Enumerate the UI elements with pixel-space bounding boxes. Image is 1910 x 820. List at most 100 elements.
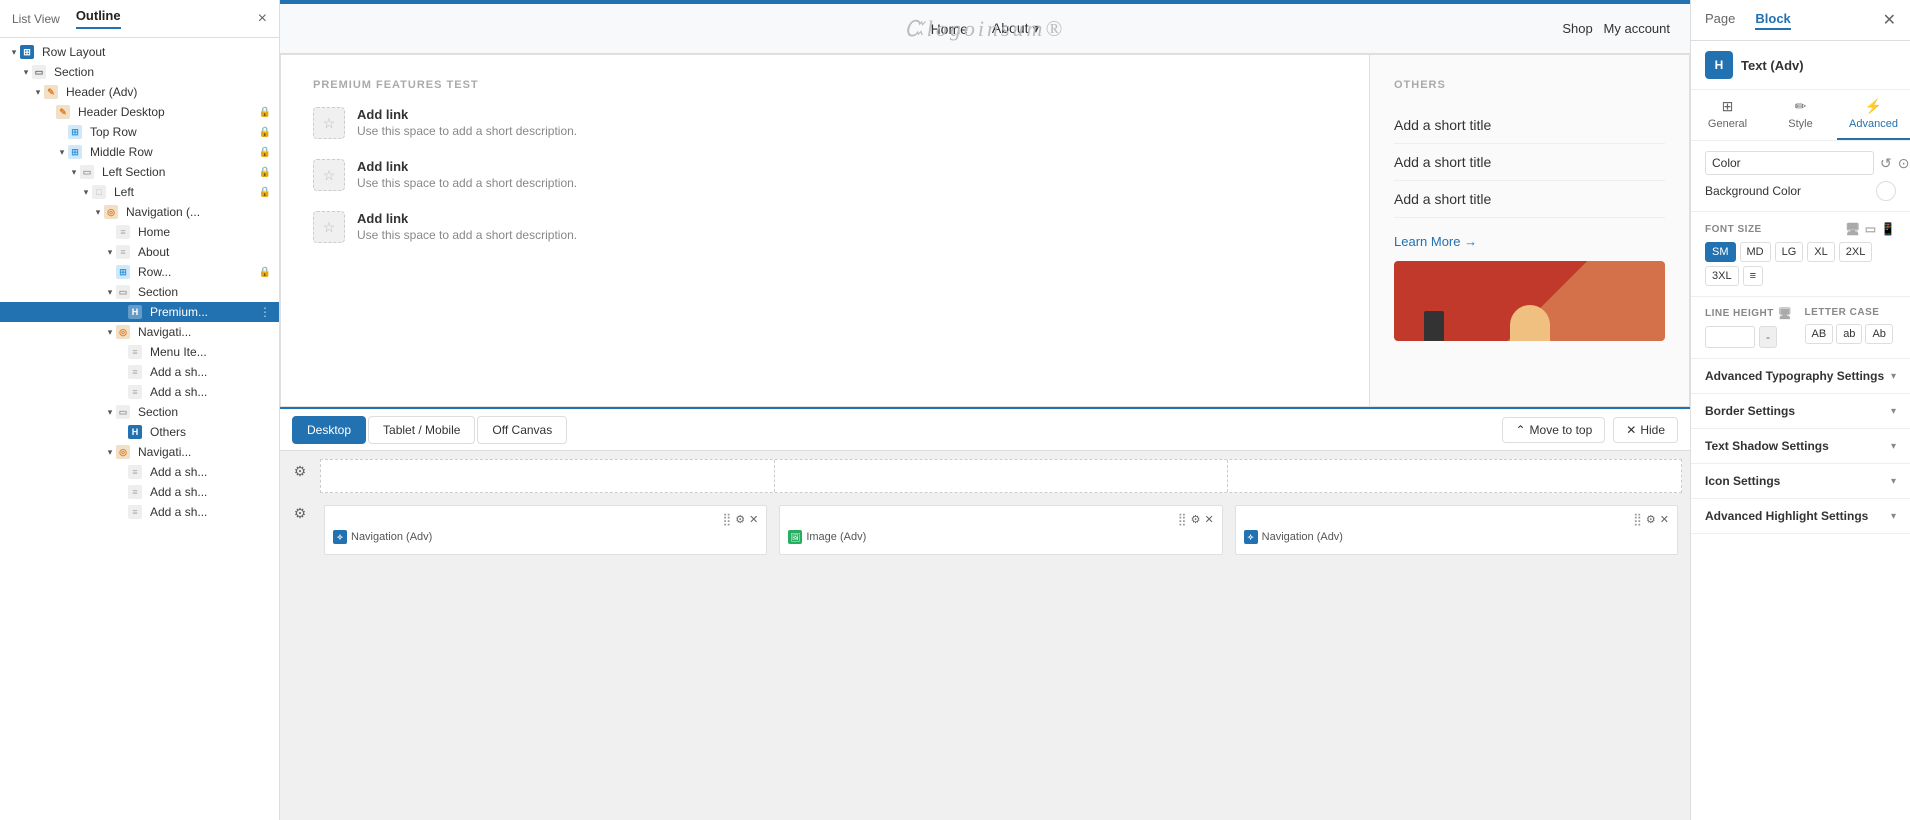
size-2xl[interactable]: 2XL <box>1839 242 1873 262</box>
widget-close-1[interactable]: ✕ <box>749 513 758 526</box>
tree-item-left[interactable]: ▾□Left🔒 <box>0 182 279 202</box>
tree-item-section-1[interactable]: ▾▭Section <box>0 62 279 82</box>
case-lowercase[interactable]: ab <box>1836 324 1862 344</box>
tree-item-section-3[interactable]: ▾▭Section <box>0 402 279 422</box>
accordion-icon-header[interactable]: Icon Settings ▾ <box>1691 464 1910 498</box>
tree-item-header-desktop[interactable]: ✎Header Desktop🔒 <box>0 102 279 122</box>
bg-color-swatch[interactable] <box>1876 181 1896 201</box>
tree-item-others[interactable]: HOthers <box>0 422 279 442</box>
tree-item-navigati-1[interactable]: ▾◎Navigati... <box>0 322 279 342</box>
toggle-header-adv[interactable]: ▾ <box>32 86 44 98</box>
size-xl[interactable]: XL <box>1807 242 1834 262</box>
size-md[interactable]: MD <box>1740 242 1771 262</box>
toggle-navigation-1[interactable]: ▾ <box>92 206 104 218</box>
color-picker-icon[interactable]: ⊙ <box>1898 155 1910 172</box>
widget-settings-3[interactable]: ⚙ <box>1646 513 1656 526</box>
style-tab-general[interactable]: ⊞ General <box>1691 90 1764 140</box>
drag-handle-3[interactable]: ⣿ <box>1633 512 1642 526</box>
tab-tablet-mobile[interactable]: Tablet / Mobile <box>368 416 475 444</box>
toggle-about-1[interactable]: ▾ <box>104 246 116 258</box>
tree-label-middle-row: Middle Row <box>90 145 255 159</box>
toggle-add-sh-3[interactable] <box>116 466 128 478</box>
toggle-header-desktop[interactable] <box>44 106 56 118</box>
accordion-border-header[interactable]: Border Settings ▾ <box>1691 394 1910 428</box>
color-input[interactable] <box>1705 151 1874 175</box>
toggle-add-sh-2[interactable] <box>116 386 128 398</box>
lh-dash-btn[interactable]: - <box>1759 326 1777 348</box>
mobile-icon[interactable]: 📱 <box>1881 222 1896 236</box>
toggle-others[interactable] <box>116 426 128 438</box>
right-panel-close[interactable]: ✕ <box>1883 10 1896 30</box>
tree-item-add-sh-5[interactable]: ≡Add a sh... <box>0 502 279 522</box>
widget-settings-2[interactable]: ⚙ <box>1191 513 1201 526</box>
size-sm[interactable]: SM <box>1705 242 1736 262</box>
tablet-icon[interactable]: ▭ <box>1865 222 1877 236</box>
size-custom[interactable]: ≡ <box>1743 266 1763 286</box>
tree-item-premium[interactable]: HPremium...⋮ <box>0 302 279 322</box>
toggle-add-sh-4[interactable] <box>116 486 128 498</box>
style-tab-advanced[interactable]: ⚡ Advanced <box>1837 90 1910 140</box>
toggle-navigati-2[interactable]: ▾ <box>104 446 116 458</box>
toggle-menu-item[interactable] <box>116 346 128 358</box>
toggle-add-sh-5[interactable] <box>116 506 128 518</box>
toggle-navigati-1[interactable]: ▾ <box>104 326 116 338</box>
list-view-label: List View <box>12 12 60 26</box>
toggle-premium[interactable] <box>116 306 128 318</box>
refresh-icon[interactable]: ↺ <box>1880 155 1892 172</box>
tree-item-add-sh-4[interactable]: ≡Add a sh... <box>0 482 279 502</box>
tree-item-add-sh-3[interactable]: ≡Add a sh... <box>0 462 279 482</box>
canvas-row-settings-2[interactable]: ⚙ <box>288 501 312 525</box>
toggle-left-section[interactable]: ▾ <box>68 166 80 178</box>
tree-item-middle-row[interactable]: ▾⊞Middle Row🔒 <box>0 142 279 162</box>
tab-off-canvas[interactable]: Off Canvas <box>477 416 567 444</box>
tree-item-add-sh-2[interactable]: ≡Add a sh... <box>0 382 279 402</box>
tree-item-header-adv[interactable]: ▾✎Header (Adv) <box>0 82 279 102</box>
toggle-row-1[interactable] <box>104 266 116 278</box>
tree-icon-header-adv: ✎ <box>44 85 62 99</box>
tree-item-top-row[interactable]: ⊞Top Row🔒 <box>0 122 279 142</box>
learn-more-link[interactable]: Learn More → <box>1394 234 1477 249</box>
toggle-section-1[interactable]: ▾ <box>20 66 32 78</box>
tree-item-home[interactable]: ≡Home <box>0 222 279 242</box>
tab-desktop[interactable]: Desktop <box>292 416 366 444</box>
panel-close-button[interactable]: × <box>258 10 267 28</box>
tree-item-about-1[interactable]: ▾≡About <box>0 242 279 262</box>
accordion-typography-header[interactable]: Advanced Typography Settings ▾ <box>1691 359 1910 393</box>
tree-item-row-1[interactable]: ⊞Row...🔒 <box>0 262 279 282</box>
tree-item-menu-item[interactable]: ≡Menu Ite... <box>0 342 279 362</box>
size-3xl[interactable]: 3XL <box>1705 266 1739 286</box>
toggle-section-3[interactable]: ▾ <box>104 406 116 418</box>
tree-item-section-2[interactable]: ▾▭Section <box>0 282 279 302</box>
hide-button[interactable]: ✕ Hide <box>1613 417 1678 443</box>
case-uppercase[interactable]: AB <box>1805 324 1834 344</box>
accordion-highlight-header[interactable]: Advanced Highlight Settings ▾ <box>1691 499 1910 533</box>
size-lg[interactable]: LG <box>1775 242 1804 262</box>
drag-handle-2[interactable]: ⣿ <box>1178 512 1187 526</box>
widget-settings-1[interactable]: ⚙ <box>735 513 745 526</box>
move-to-top-button[interactable]: ⌃ Move to top <box>1502 417 1605 443</box>
canvas-row-settings-1[interactable]: ⚙ <box>288 459 312 483</box>
tree-item-navigation-1[interactable]: ▾◎Navigation (... <box>0 202 279 222</box>
panel-tab-block[interactable]: Block <box>1755 11 1790 30</box>
toggle-section-2[interactable]: ▾ <box>104 286 116 298</box>
widget-close-3[interactable]: ✕ <box>1660 513 1669 526</box>
line-height-input[interactable] <box>1705 326 1755 348</box>
toggle-home[interactable] <box>104 226 116 238</box>
tree-item-add-sh-1[interactable]: ≡Add a sh... <box>0 362 279 382</box>
toggle-middle-row[interactable]: ▾ <box>56 146 68 158</box>
style-tab-style[interactable]: ✏ Style <box>1764 90 1837 140</box>
toggle-left[interactable]: ▾ <box>80 186 92 198</box>
toggle-add-sh-1[interactable] <box>116 366 128 378</box>
tree-item-left-section[interactable]: ▾▭Left Section🔒 <box>0 162 279 182</box>
toggle-row-layout[interactable]: ▾ <box>8 46 20 58</box>
tree-item-navigati-2[interactable]: ▾◎Navigati... <box>0 442 279 462</box>
panel-tab-page[interactable]: Page <box>1705 11 1735 30</box>
accordion-text-shadow-header[interactable]: Text Shadow Settings ▾ <box>1691 429 1910 463</box>
toggle-top-row[interactable] <box>56 126 68 138</box>
desktop-icon[interactable]: 🖥 <box>1845 222 1861 236</box>
options-icon-premium[interactable]: ⋮ <box>259 305 271 319</box>
drag-handle-1[interactable]: ⣿ <box>722 512 731 526</box>
tree-item-row-layout[interactable]: ▾⊞Row Layout <box>0 42 279 62</box>
case-capitalize[interactable]: Ab <box>1865 324 1892 344</box>
widget-close-2[interactable]: ✕ <box>1204 513 1213 526</box>
